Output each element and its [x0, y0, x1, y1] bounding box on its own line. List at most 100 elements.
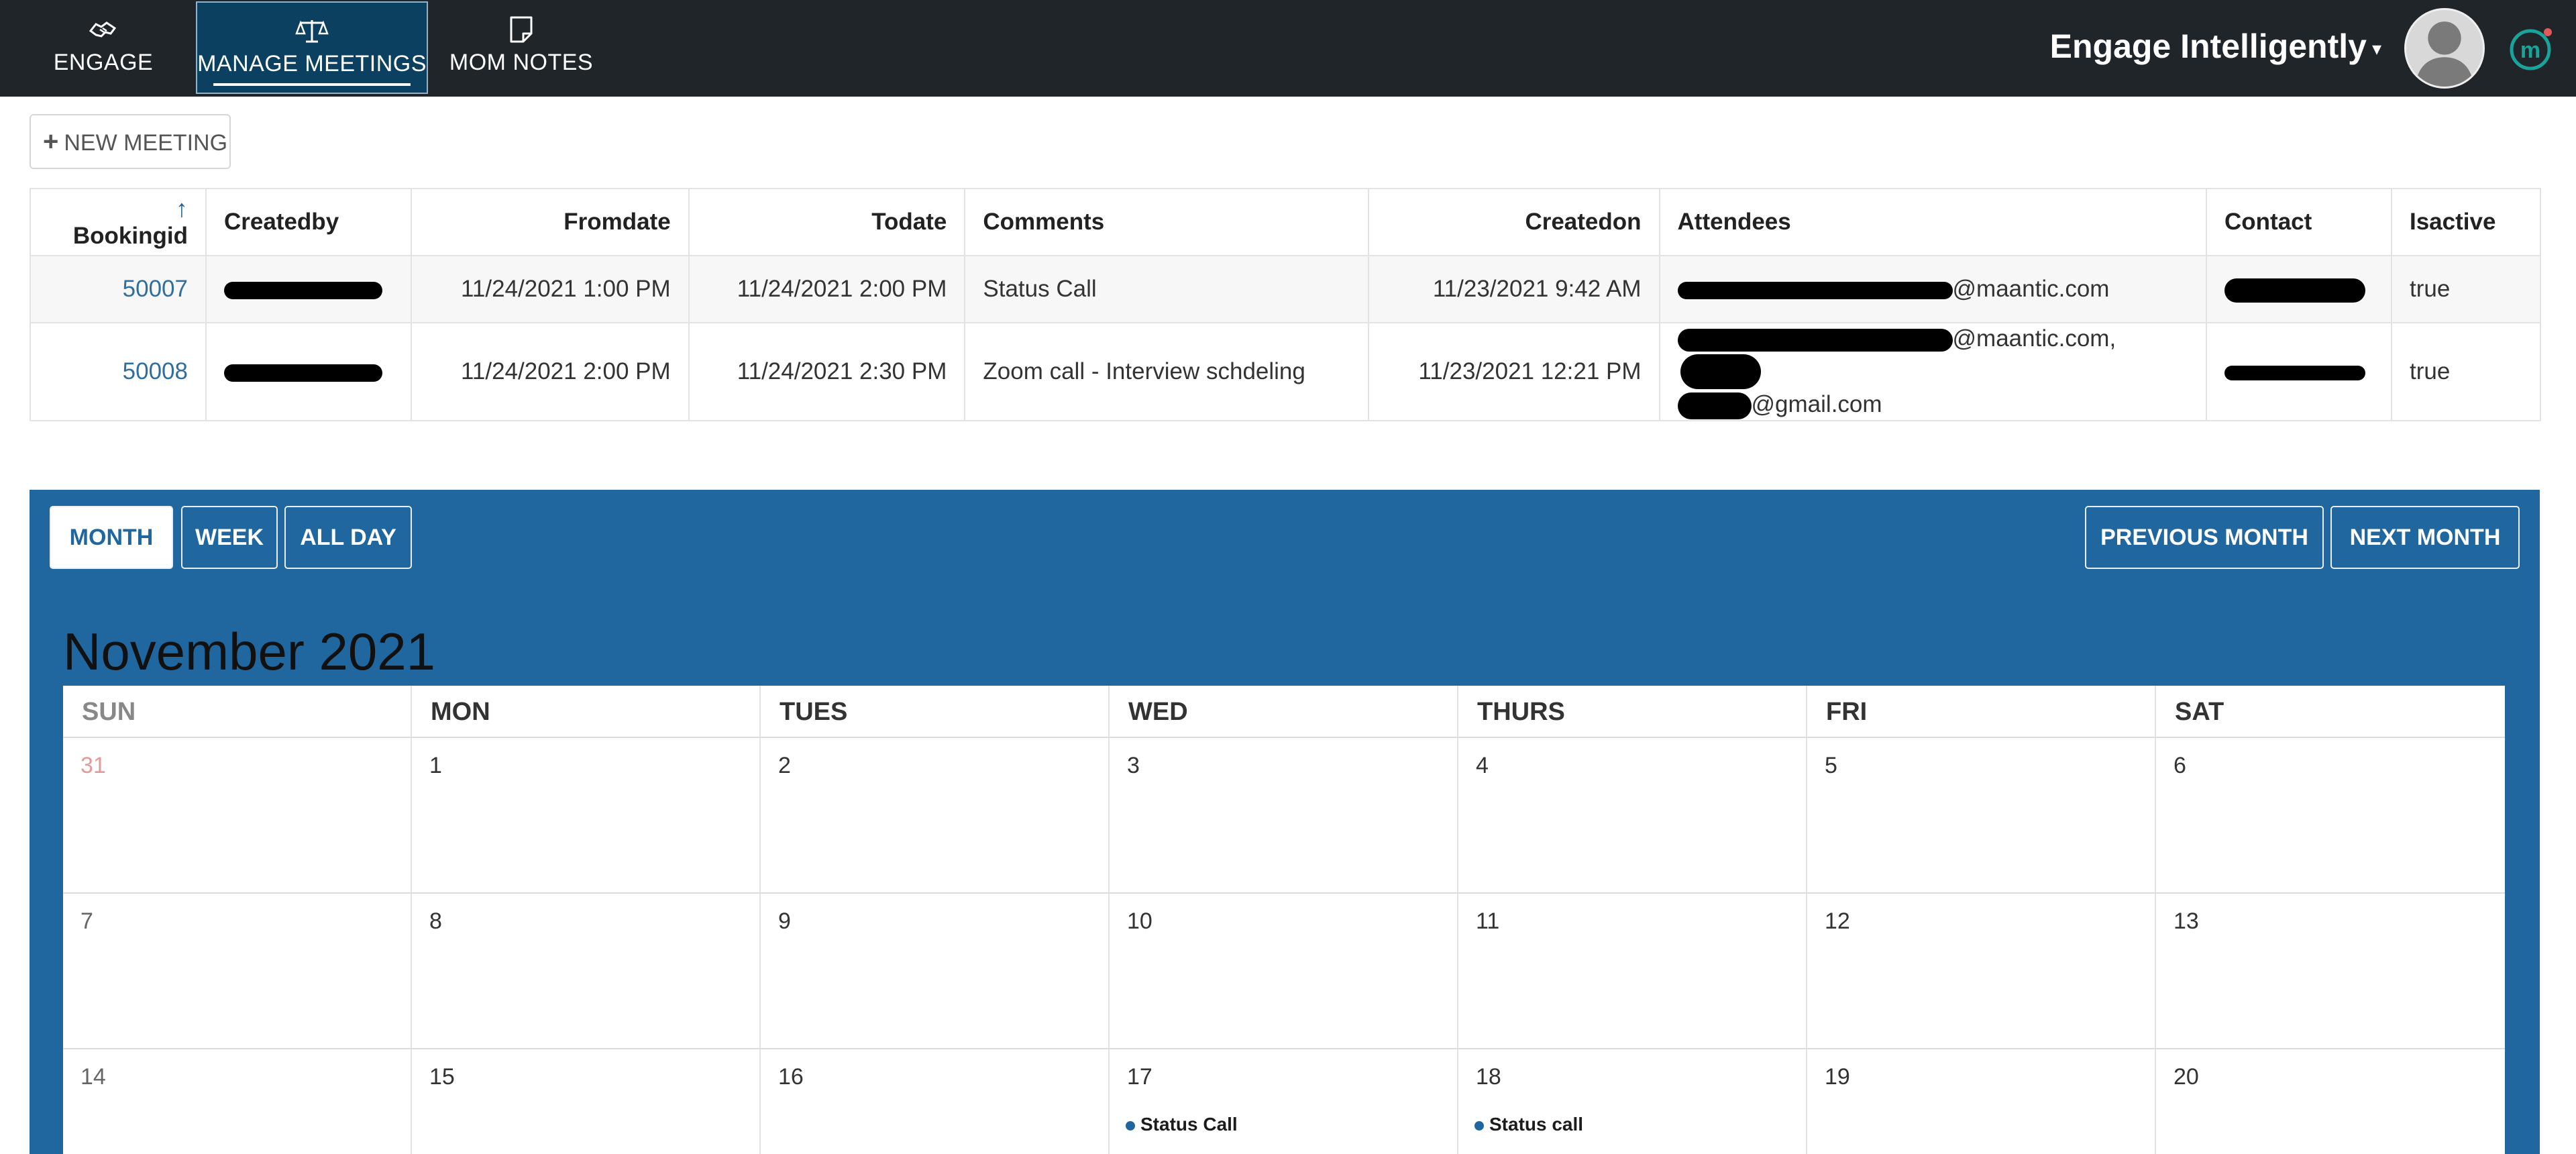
previous-month-button[interactable]: PREVIOUS MONTH: [2085, 506, 2324, 569]
day-number: 12: [1825, 908, 1850, 934]
col-header-contact[interactable]: Contact: [2206, 188, 2392, 256]
attendees-line-2: @gmail.com: [1677, 389, 2188, 420]
day-cell[interactable]: 15: [412, 1049, 761, 1154]
week-view-button[interactable]: WEEK: [181, 506, 278, 569]
day-cell[interactable]: 14: [63, 1049, 412, 1154]
day-cell[interactable]: 19: [1807, 1049, 2156, 1154]
nav-tab-mom-notes-label: MOM NOTES: [449, 50, 594, 75]
day-cell[interactable]: 3: [1110, 738, 1458, 894]
avatar-silhouette: [2415, 21, 2474, 87]
fromdate-cell: 11/24/2021 1:00 PM: [410, 255, 690, 323]
col-header-comments[interactable]: Comments: [964, 188, 1369, 256]
day-cell[interactable]: 1: [412, 738, 761, 894]
calendar-panel: MONTH WEEK ALL DAY PREVIOUS MONTH NEXT M…: [30, 490, 2540, 1154]
day-number: 9: [778, 908, 791, 934]
weekday-header: WED: [1110, 686, 1458, 738]
attendees-text: @gmail.com: [1751, 391, 1882, 417]
day-cell[interactable]: 18 Status call: [1458, 1049, 1807, 1154]
table-header-row: ↑ Bookingid Createdby Fromdate Todate Co…: [30, 188, 2542, 256]
chevron-down-icon: ▾: [2371, 38, 2381, 60]
booking-link[interactable]: 50008: [123, 358, 188, 384]
month-view-button[interactable]: MONTH: [50, 506, 173, 569]
day-cell[interactable]: 11: [1458, 894, 1807, 1049]
day-cell[interactable]: 13: [2156, 894, 2505, 1049]
nav-tab-engage-label: ENGAGE: [53, 50, 154, 75]
day-cell[interactable]: 10: [1110, 894, 1458, 1049]
day-number: 3: [1127, 753, 1140, 778]
todate-cell: 11/24/2021 2:30 PM: [688, 322, 966, 421]
col-header-createdon[interactable]: Createdon: [1367, 188, 1660, 256]
createdon-cell: 11/23/2021 9:42 AM: [1367, 255, 1660, 323]
day-number: 6: [2174, 753, 2186, 778]
day-cell[interactable]: 5: [1807, 738, 2156, 894]
redacted-mark: [1680, 354, 1761, 389]
nav-tab-mom-notes[interactable]: MOM NOTES: [445, 1, 597, 94]
calendar-event[interactable]: Status call: [1474, 1114, 1583, 1135]
nav-tab-engage[interactable]: ENGAGE: [30, 1, 177, 94]
svg-text:m: m: [2520, 38, 2540, 63]
nav-tab-manage-meetings[interactable]: MANAGE MEETINGS: [196, 1, 428, 94]
createdby-cell: [205, 255, 412, 323]
new-meeting-button[interactable]: + NEW MEETING: [30, 114, 231, 169]
scales-icon: [295, 20, 329, 43]
table-row[interactable]: 50007 11/24/2021 1:00 PM 11/24/2021 2:00…: [30, 255, 2542, 323]
day-number: 4: [1476, 753, 1489, 778]
note-icon: [510, 16, 533, 43]
col-header-todate[interactable]: Todate: [688, 188, 966, 256]
user-avatar-icon[interactable]: [2404, 8, 2485, 89]
day-cell[interactable]: 16: [761, 1049, 1110, 1154]
day-cell[interactable]: 12: [1807, 894, 2156, 1049]
day-cell[interactable]: 2: [761, 738, 1110, 894]
day-cell[interactable]: 4: [1458, 738, 1807, 894]
event-dot-icon: [1474, 1120, 1484, 1131]
nav-tab-manage-meetings-label: MANAGE MEETINGS: [197, 51, 427, 76]
col-header-bookingid[interactable]: ↑ Bookingid: [30, 188, 207, 256]
contact-cell: [2206, 255, 2392, 323]
day-cell[interactable]: 20: [2156, 1049, 2505, 1154]
booking-link[interactable]: 50007: [123, 276, 188, 302]
day-cell[interactable]: 6: [2156, 738, 2505, 894]
redacted-mark: [1677, 328, 1953, 352]
event-dot-icon: [1126, 1120, 1135, 1131]
day-cell[interactable]: 9: [761, 894, 1110, 1049]
day-number: 16: [778, 1064, 804, 1090]
attendees-text: @maantic.com,: [1952, 325, 2116, 352]
col-header-attendees[interactable]: Attendees: [1658, 188, 2208, 256]
new-meeting-label: NEW MEETING: [64, 130, 228, 156]
day-number: 31: [80, 753, 106, 778]
day-cell[interactable]: 8: [412, 894, 761, 1049]
event-title: Status call: [1489, 1114, 1584, 1135]
redacted-mark: [2224, 278, 2366, 303]
weekday-header: SUN: [63, 686, 412, 738]
day-number: 5: [1825, 753, 1837, 778]
col-header-bookingid-label: Bookingid: [72, 223, 188, 249]
redacted-mark: [1677, 281, 1953, 299]
todate-cell: 11/24/2021 2:00 PM: [688, 255, 966, 323]
weekday-header: MON: [412, 686, 761, 738]
col-header-isactive[interactable]: Isactive: [2390, 188, 2542, 256]
table-row[interactable]: 50008 11/24/2021 2:00 PM 11/24/2021 2:30…: [30, 322, 2542, 421]
day-number: 18: [1476, 1064, 1501, 1090]
day-number: 7: [80, 908, 93, 934]
calendar-event[interactable]: Status Call: [1126, 1114, 1238, 1135]
col-header-fromdate[interactable]: Fromdate: [410, 188, 690, 256]
plus-icon: +: [43, 127, 59, 156]
workspace-name: Engage Intelligently: [2049, 28, 2367, 65]
day-cell[interactable]: 31: [63, 738, 412, 894]
day-number: 14: [80, 1064, 106, 1090]
day-cell[interactable]: 17 Status Call: [1110, 1049, 1458, 1154]
comments-cell: Status Call: [964, 255, 1369, 323]
day-cell[interactable]: 7: [63, 894, 412, 1049]
all-day-view-button[interactable]: ALL DAY: [284, 506, 412, 569]
attendees-cell: @maantic.com, @gmail.com: [1658, 322, 2208, 421]
workspace-dropdown[interactable]: Engage Intelligently ▾: [2050, 27, 2381, 66]
m-logo-icon[interactable]: m: [2508, 25, 2557, 71]
col-header-createdby[interactable]: Createdby: [205, 188, 412, 256]
day-number: 8: [429, 908, 442, 934]
isactive-cell: true: [2390, 255, 2542, 323]
bookingid-cell[interactable]: 50007: [30, 255, 207, 323]
sort-ascending-icon[interactable]: ↑: [176, 195, 188, 222]
bookingid-cell[interactable]: 50008: [30, 322, 207, 421]
day-number: 15: [429, 1064, 455, 1090]
next-month-button[interactable]: NEXT MONTH: [2330, 506, 2520, 569]
